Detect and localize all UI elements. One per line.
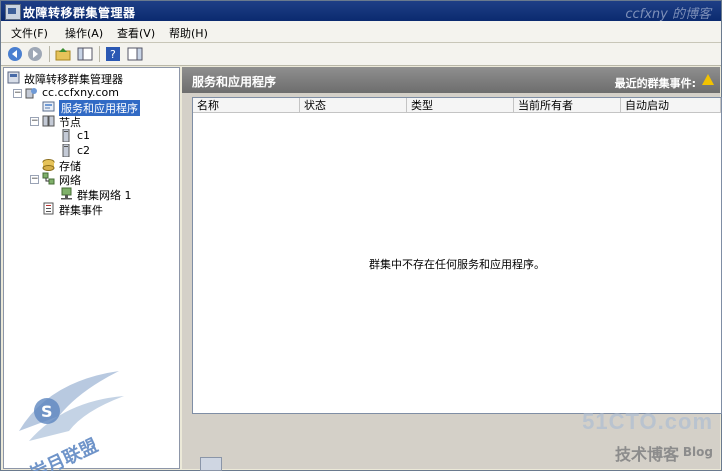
menu-action[interactable]: 操作(A) <box>65 25 103 41</box>
storage-icon <box>42 159 55 171</box>
services-list: 名称 状态 类型 当前所有者 自动启动 群集中不存在任何服务和应用程序。 <box>192 97 722 414</box>
forward-icon[interactable] <box>27 46 43 62</box>
networks-icon <box>42 172 55 185</box>
show-hide-tree-icon[interactable] <box>77 46 93 62</box>
tree-item-node-c1-label: c1 <box>77 129 91 142</box>
tree-item-node-c2-label: c2 <box>77 144 91 157</box>
server-icon <box>62 129 70 142</box>
column-header-owner[interactable]: 当前所有者 <box>514 98 621 113</box>
empty-list-message: 群集中不存在任何服务和应用程序。 <box>369 258 545 271</box>
tree-item-services[interactable]: 服务和应用程序 <box>42 100 178 116</box>
cluster-icon <box>25 88 37 99</box>
collapse-icon[interactable]: − <box>30 175 39 184</box>
server-icon <box>62 144 70 157</box>
tree-item-storage[interactable]: 存储 <box>42 158 178 173</box>
column-header-autostart[interactable]: 自动启动 <box>621 98 721 113</box>
tree-item-root-label: 故障转移群集管理器 <box>24 73 123 86</box>
menu-view[interactable]: 查看(V) <box>117 25 155 41</box>
tree-item-networks-label: 网络 <box>59 174 81 187</box>
tree-item-network-1[interactable]: 群集网络 1 <box>60 187 178 202</box>
blog-watermark-cn: 技术博客 <box>614 445 679 464</box>
tree-item-events[interactable]: 群集事件 <box>42 202 178 217</box>
tree-item-root[interactable]: 故障转移群集管理器 <box>7 71 177 86</box>
tree-item-nodes[interactable]: 节点 <box>42 114 178 129</box>
recent-events-link[interactable]: 最近的群集事件: <box>615 75 696 91</box>
cluster-events-icon <box>43 202 54 215</box>
window-title: 故障转移群集管理器 <box>23 6 136 20</box>
blog-watermark-en: Blog <box>682 445 713 459</box>
warning-icon[interactable] <box>702 74 714 85</box>
toolbar-separator <box>49 46 50 62</box>
cluster-manager-app-icon <box>5 4 21 20</box>
tree-item-cluster-label: cc.ccfxny.com <box>42 86 119 99</box>
toolbar-separator <box>99 46 100 62</box>
services-applications-icon <box>42 101 55 112</box>
app-window: 故障转移群集管理器 ccfxny 的博客 文件(F) 操作(A) 查看(V) 帮… <box>0 0 722 471</box>
blog-watermark: ccfxny 的博客 <box>625 7 711 22</box>
collapse-icon[interactable]: − <box>13 89 22 98</box>
tree-item-network-1-label: 群集网络 1 <box>77 189 132 202</box>
content-header: 服务和应用程序 最近的群集事件: <box>182 67 720 93</box>
svg-text:?: ? <box>110 48 116 61</box>
nodes-icon <box>42 115 55 127</box>
page-title: 服务和应用程序 <box>192 75 277 89</box>
menu-file[interactable]: 文件(F) <box>11 25 48 41</box>
network-icon <box>61 187 72 200</box>
column-header-type[interactable]: 类型 <box>407 98 514 113</box>
tree-item-events-label: 群集事件 <box>59 204 103 217</box>
menu-bar: 文件(F) 操作(A) 查看(V) 帮助(H) <box>1 21 721 43</box>
tree-item-networks[interactable]: 网络 <box>42 172 178 187</box>
tree-item-node-c2[interactable]: c2 <box>60 144 178 158</box>
action-pane-icon[interactable] <box>127 46 143 62</box>
console-tree: 故障转移群集管理器 − cc.ccfxny.com 服务和应用程序 − 节点 c… <box>3 67 180 469</box>
site-watermark: 51CTO.com <box>582 409 713 434</box>
menu-help[interactable]: 帮助(H) <box>169 25 208 41</box>
tree-item-cluster[interactable]: cc.ccfxny.com <box>25 86 175 100</box>
tree-item-node-c1[interactable]: c1 <box>60 129 178 143</box>
tree-item-nodes-label: 节点 <box>59 116 81 129</box>
help-icon[interactable]: ? <box>105 46 121 62</box>
details-pane-icon <box>200 457 222 471</box>
toolbar: ? <box>1 43 721 66</box>
collapse-icon[interactable]: − <box>30 117 39 126</box>
column-header-name[interactable]: 名称 <box>193 98 300 113</box>
title-bar: 故障转移群集管理器 ccfxny 的博客 <box>1 1 721 22</box>
cluster-manager-icon <box>7 71 20 84</box>
column-header-status[interactable]: 状态 <box>300 98 407 113</box>
back-icon[interactable] <box>7 46 23 62</box>
up-folder-icon[interactable] <box>55 46 71 62</box>
